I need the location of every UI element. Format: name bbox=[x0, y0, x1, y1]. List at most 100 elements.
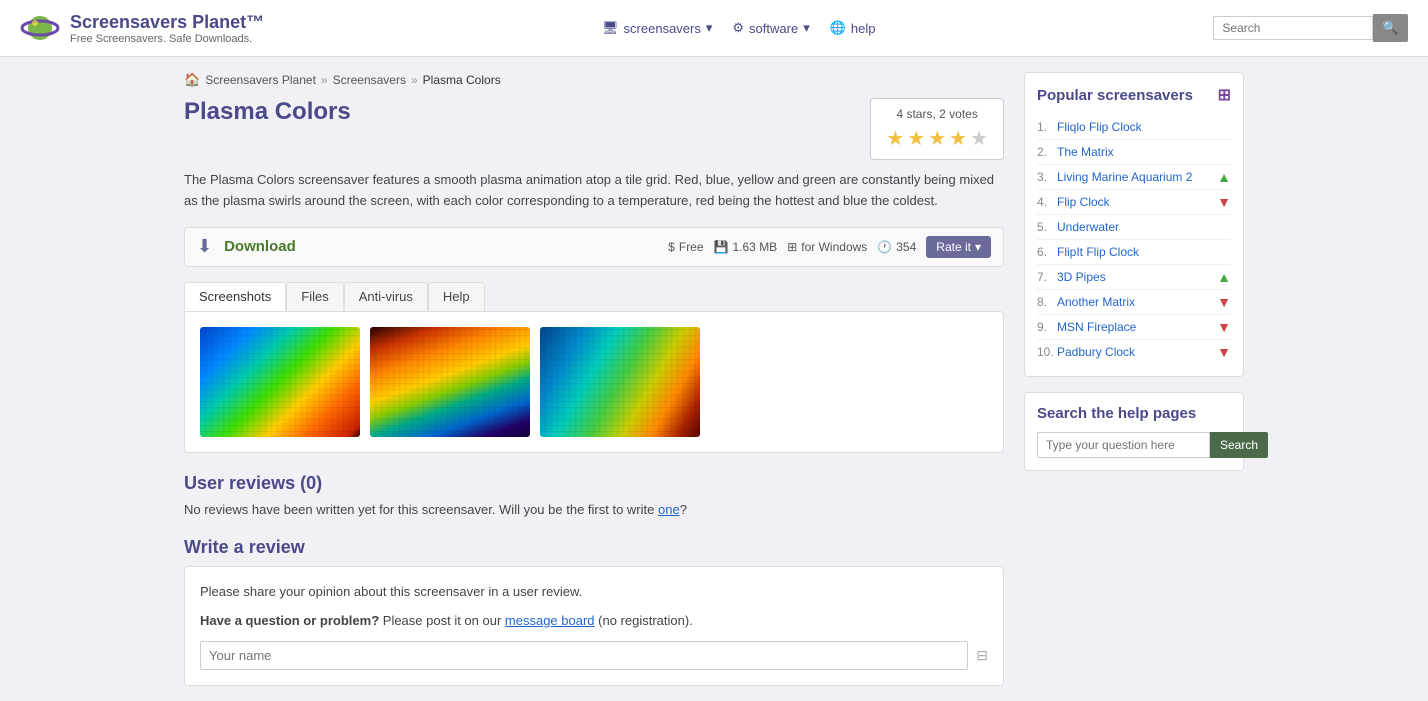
name-input[interactable] bbox=[200, 641, 968, 670]
help-icon: 🌐 bbox=[830, 20, 846, 36]
tab-antivirus[interactable]: Anti-virus bbox=[344, 282, 428, 311]
rating-box: 4 stars, 2 votes ★ ★ ★ ★ ★ bbox=[870, 98, 1004, 160]
popular-section: Popular screensavers ⊞ 1. Fliqlo Flip Cl… bbox=[1024, 72, 1244, 377]
tab-help[interactable]: Help bbox=[428, 282, 485, 311]
platform-value: for Windows bbox=[801, 240, 867, 254]
downloads-value: 354 bbox=[896, 240, 916, 254]
screenshot-2[interactable] bbox=[370, 327, 530, 437]
tab-screenshots[interactable]: Screenshots bbox=[184, 282, 286, 311]
nav-help[interactable]: 🌐 help bbox=[830, 20, 876, 36]
sidebar: Popular screensavers ⊞ 1. Fliqlo Flip Cl… bbox=[1024, 72, 1244, 686]
disk-icon: 💾 bbox=[714, 240, 729, 254]
rate-button[interactable]: Rate it ▾ bbox=[926, 236, 991, 258]
download-arrow-icon: ⬇ bbox=[197, 236, 212, 257]
star-1[interactable]: ★ bbox=[886, 126, 904, 151]
chevron-down-icon: ▾ bbox=[975, 240, 981, 254]
download-button[interactable]: Download bbox=[224, 238, 296, 255]
popular-link-2[interactable]: The Matrix bbox=[1057, 145, 1217, 159]
popular-link-9[interactable]: MSN Fireplace bbox=[1057, 320, 1217, 334]
plasma-overlay-2 bbox=[370, 327, 530, 437]
write-review-link[interactable]: one bbox=[658, 502, 680, 517]
breadcrumb-link-screensavers[interactable]: Screensavers bbox=[333, 73, 406, 87]
star-2[interactable]: ★ bbox=[907, 126, 925, 151]
downloads-item: 🕐 354 bbox=[877, 240, 916, 254]
help-search-title: Search the help pages bbox=[1037, 405, 1231, 422]
windows-sidebar-icon: ⊞ bbox=[1218, 85, 1231, 105]
trend-7: ▲ bbox=[1217, 269, 1231, 285]
header-search-button[interactable]: 🔍 bbox=[1373, 14, 1408, 42]
screenshot-1[interactable] bbox=[200, 327, 360, 437]
content-area: 🏠 Screensavers Planet » Screensavers » P… bbox=[184, 72, 1004, 686]
search-icon: 🔍 bbox=[1382, 20, 1399, 35]
popular-link-3[interactable]: Living Marine Aquarium 2 bbox=[1057, 170, 1217, 184]
home-icon[interactable]: 🏠 bbox=[184, 72, 200, 88]
help-search-input[interactable] bbox=[1037, 432, 1210, 458]
nav-screensavers[interactable]: 🖥 screensavers ▾ bbox=[602, 20, 712, 36]
site-subtitle: Free Screensavers. Safe Downloads. bbox=[70, 33, 264, 45]
chevron-down-icon: ▾ bbox=[803, 20, 810, 36]
clock-icon: 🕐 bbox=[877, 240, 892, 254]
popular-item-6: 6. FlipIt Flip Clock ▲ bbox=[1037, 240, 1231, 265]
plasma-overlay-1 bbox=[200, 327, 360, 437]
gear-icon: ⚙ bbox=[732, 20, 744, 36]
popular-link-10[interactable]: Padbury Clock bbox=[1057, 345, 1217, 359]
popular-link-7[interactable]: 3D Pipes bbox=[1057, 270, 1217, 284]
trend-1: ▲ bbox=[1217, 119, 1231, 135]
trend-5: ▲ bbox=[1217, 219, 1231, 235]
plasma-overlay-3 bbox=[540, 327, 700, 437]
breadcrumb-link-screensavers-planet[interactable]: Screensavers Planet bbox=[205, 73, 316, 87]
title-rating-row: Plasma Colors 4 stars, 2 votes ★ ★ ★ ★ ★ bbox=[184, 98, 1004, 160]
trend-3: ▲ bbox=[1217, 169, 1231, 185]
popular-link-8[interactable]: Another Matrix bbox=[1057, 295, 1217, 309]
popular-link-5[interactable]: Underwater bbox=[1057, 220, 1217, 234]
platform-item: ⊞ for Windows bbox=[787, 240, 867, 254]
star-4[interactable]: ★ bbox=[949, 126, 967, 151]
main-nav: 🖥 screensavers ▾ ⚙ software ▾ 🌐 help bbox=[602, 20, 875, 36]
popular-item-8: 8. Another Matrix ▼ bbox=[1037, 290, 1231, 315]
popular-item-4: 4. Flip Clock ▼ bbox=[1037, 190, 1231, 215]
tab-files[interactable]: Files bbox=[286, 282, 343, 311]
trend-8: ▼ bbox=[1217, 294, 1231, 310]
help-search-button[interactable]: Search bbox=[1210, 432, 1268, 458]
page-title: Plasma Colors bbox=[184, 98, 351, 126]
trend-10: ▼ bbox=[1217, 344, 1231, 360]
breadcrumb-sep-2: » bbox=[411, 73, 418, 87]
popular-item-7: 7. 3D Pipes ▲ bbox=[1037, 265, 1231, 290]
size-value: 1.63 MB bbox=[733, 240, 778, 254]
popular-link-6[interactable]: FlipIt Flip Clock bbox=[1057, 245, 1217, 259]
rate-label: Rate it bbox=[936, 240, 971, 254]
dollar-icon: $ bbox=[668, 240, 675, 254]
screensaver-description: The Plasma Colors screensaver features a… bbox=[184, 170, 1004, 212]
write-review-title: Write a review bbox=[184, 537, 1004, 558]
review-question-text: Have a question or problem? Please post … bbox=[200, 611, 988, 631]
name-input-row: ⊟ bbox=[200, 641, 988, 670]
trend-4: ▼ bbox=[1217, 194, 1231, 210]
monitor-icon: 🖥 bbox=[602, 20, 619, 36]
breadcrumb: 🏠 Screensavers Planet » Screensavers » P… bbox=[184, 72, 1004, 88]
logo-text: Screensavers Planet™ Free Screensavers. … bbox=[70, 12, 264, 45]
popular-item-9: 9. MSN Fireplace ▼ bbox=[1037, 315, 1231, 340]
screenshots-panel bbox=[184, 311, 1004, 453]
star-3[interactable]: ★ bbox=[928, 126, 946, 151]
download-bar: ⬇ Download $ Free 💾 1.63 MB ⊞ for Window… bbox=[184, 227, 1004, 267]
help-search-row: Search bbox=[1037, 432, 1231, 458]
message-board-link[interactable]: message board bbox=[505, 613, 595, 628]
input-icon: ⊟ bbox=[976, 647, 988, 664]
popular-item-3: 3. Living Marine Aquarium 2 ▲ bbox=[1037, 165, 1231, 190]
popular-link-4[interactable]: Flip Clock bbox=[1057, 195, 1217, 209]
logo-icon bbox=[20, 8, 60, 48]
breadcrumb-current: Plasma Colors bbox=[423, 73, 501, 87]
star-rating: ★ ★ ★ ★ ★ bbox=[886, 126, 988, 151]
star-5[interactable]: ★ bbox=[970, 126, 988, 151]
screenshot-3[interactable] bbox=[540, 327, 700, 437]
header-search-input[interactable] bbox=[1213, 16, 1373, 40]
popular-link-1[interactable]: Fliqlo Flip Clock bbox=[1057, 120, 1217, 134]
popular-title: Popular screensavers ⊞ bbox=[1037, 85, 1231, 105]
review-form: Please share your opinion about this scr… bbox=[184, 566, 1004, 686]
popular-list: 1. Fliqlo Flip Clock ▲ 2. The Matrix ▲ 3… bbox=[1037, 115, 1231, 364]
nav-software[interactable]: ⚙ software ▾ bbox=[732, 20, 809, 36]
user-reviews-title: User reviews (0) bbox=[184, 473, 1004, 494]
logo-area: Screensavers Planet™ Free Screensavers. … bbox=[20, 8, 264, 48]
content-tabs: Screenshots Files Anti-virus Help bbox=[184, 282, 1004, 311]
popular-item-5: 5. Underwater ▲ bbox=[1037, 215, 1231, 240]
